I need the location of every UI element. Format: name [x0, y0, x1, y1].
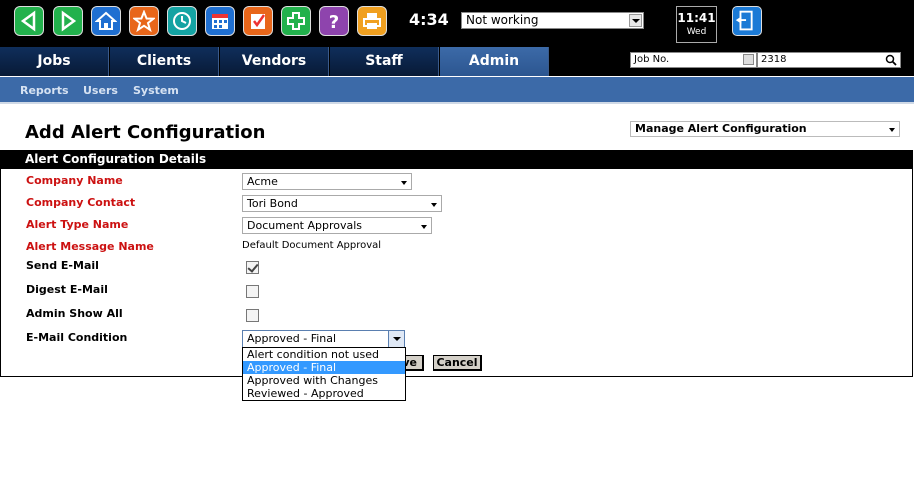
email-condition-value: Approved - Final	[247, 332, 337, 345]
email-condition-label: E-Mail Condition	[26, 331, 128, 344]
company-contact-select[interactable]: Tori Bond	[242, 195, 442, 212]
checklist-icon[interactable]	[243, 6, 273, 36]
chevron-down-icon	[401, 181, 407, 185]
chevron-down-icon[interactable]	[743, 54, 754, 65]
alert-message-label: Alert Message Name	[26, 240, 154, 253]
subnav-system[interactable]: System	[133, 84, 179, 97]
job-field-value: Job No.	[634, 54, 670, 65]
company-name-select[interactable]: Acme	[242, 173, 412, 190]
tab-admin[interactable]: Admin	[440, 47, 549, 76]
chevron-down-icon	[889, 128, 895, 132]
tab-vendors[interactable]: Vendors	[220, 47, 329, 76]
chevron-down-icon	[431, 203, 437, 207]
exit-door-icon[interactable]	[732, 6, 762, 36]
tab-clients[interactable]: Clients	[110, 47, 219, 76]
alert-config-panel	[0, 150, 913, 377]
printer-icon[interactable]	[357, 6, 387, 36]
job-field-select[interactable]: Job No.	[630, 52, 757, 68]
dropdown-option[interactable]: Approved with Changes	[243, 374, 405, 387]
dropdown-option[interactable]: Reviewed - Approved	[243, 387, 405, 400]
home-icon[interactable]	[91, 6, 121, 36]
job-search-value: 2318	[761, 54, 787, 65]
dropdown-option[interactable]: Alert condition not used	[243, 348, 405, 361]
subnav-reports[interactable]: Reports	[20, 84, 69, 97]
calendar-icon[interactable]	[205, 6, 235, 36]
chevron-down-icon[interactable]	[629, 14, 642, 27]
dropdown-option-selected[interactable]: Approved - Final	[243, 361, 405, 374]
company-name-label: Company Name	[26, 174, 123, 187]
digest-email-label: Digest E-Mail	[26, 283, 108, 296]
manage-alert-value: Manage Alert Configuration	[635, 122, 807, 135]
back-arrow-icon[interactable]	[14, 6, 44, 36]
plus-icon[interactable]	[281, 6, 311, 36]
work-status-value: Not working	[466, 13, 539, 27]
work-status-select[interactable]: Not working	[461, 12, 644, 29]
digest-email-checkbox[interactable]	[246, 285, 259, 298]
email-condition-dropdown: Alert condition not used Approved - Fina…	[242, 347, 406, 401]
admin-show-all-checkbox[interactable]	[246, 309, 259, 322]
page-title: Add Alert Configuration	[25, 122, 266, 143]
clock-icon[interactable]	[167, 6, 197, 36]
company-contact-value: Tori Bond	[247, 197, 298, 210]
search-icon[interactable]	[885, 54, 897, 66]
subnav-users[interactable]: Users	[83, 84, 118, 97]
email-condition-select[interactable]: Approved - Final	[242, 330, 405, 348]
tab-staff[interactable]: Staff	[330, 47, 439, 76]
svg-text:?: ?	[329, 12, 339, 32]
panel-header: Alert Configuration Details	[0, 150, 913, 169]
send-email-label: Send E-Mail	[26, 259, 99, 272]
manage-alert-select[interactable]: Manage Alert Configuration	[630, 121, 900, 137]
current-time: 4:34	[409, 10, 449, 29]
chevron-down-icon	[421, 225, 427, 229]
job-search-input[interactable]: 2318	[757, 52, 901, 68]
clock-time: 11:41	[677, 11, 716, 25]
help-icon[interactable]: ?	[319, 6, 349, 36]
clock-day: Wed	[686, 27, 707, 37]
company-contact-label: Company Contact	[26, 196, 136, 209]
alert-type-value: Document Approvals	[247, 219, 363, 232]
admin-show-all-label: Admin Show All	[26, 307, 123, 320]
chevron-down-icon[interactable]	[388, 331, 404, 347]
alert-message-value: Default Document Approval	[242, 240, 382, 251]
tab-jobs[interactable]: Jobs	[0, 47, 109, 76]
alert-type-label: Alert Type Name	[26, 218, 129, 231]
send-email-checkbox[interactable]	[246, 261, 259, 274]
alert-type-select[interactable]: Document Approvals	[242, 217, 432, 234]
clock-widget: 11:41 Wed	[676, 6, 717, 43]
cancel-button[interactable]: Cancel	[433, 355, 482, 371]
forward-arrow-icon[interactable]	[53, 6, 83, 36]
company-name-value: Acme	[247, 175, 278, 188]
star-icon[interactable]	[129, 6, 159, 36]
